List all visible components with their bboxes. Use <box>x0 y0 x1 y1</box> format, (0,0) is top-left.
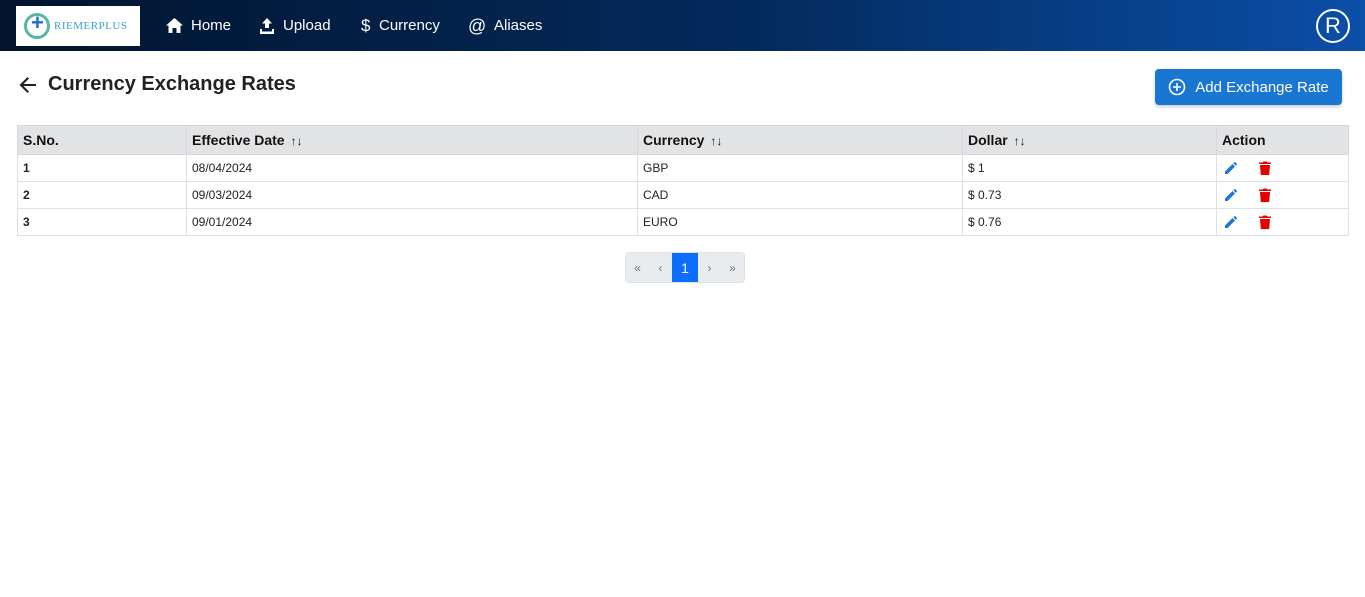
logo[interactable]: RIEMERPLUS <box>16 6 140 46</box>
delete-trash-icon[interactable] <box>1258 214 1272 230</box>
cell-action <box>1216 181 1349 209</box>
logo-mark-icon <box>24 10 50 39</box>
add-button-label: Add Exchange Rate <box>1195 78 1329 96</box>
edit-pencil-icon[interactable] <box>1223 160 1239 176</box>
header-label: S.No. <box>23 132 59 148</box>
cell-effective-date: 08/04/2024 <box>186 154 638 182</box>
svg-text:@: @ <box>468 17 486 35</box>
logo-text: RIEMERPLUS <box>54 20 128 32</box>
header-label: Dollar <box>968 132 1008 148</box>
next-page-button[interactable]: › <box>698 253 721 282</box>
nav-item-label: Upload <box>283 17 331 34</box>
column-header-dollar[interactable]: Dollar ↑↓ <box>962 125 1217 155</box>
first-page-button[interactable]: « <box>626 253 649 282</box>
table-row: 1 08/04/2024 GBP $ 1 <box>17 154 1349 182</box>
cell-currency: GBP <box>637 154 963 182</box>
sort-icon[interactable]: ↑↓ <box>1014 134 1026 148</box>
cell-action <box>1216 154 1349 182</box>
page-title: Currency Exchange Rates <box>48 73 296 95</box>
table-row: 2 09/03/2024 CAD $ 0.73 <box>17 181 1349 209</box>
cell-dollar: $ 0.73 <box>962 181 1217 209</box>
cell-dollar: $ 0.76 <box>962 208 1217 236</box>
nav-item-aliases[interactable]: @ Aliases <box>468 0 542 51</box>
column-header-sno: S.No. <box>17 125 187 155</box>
cell-effective-date: 09/01/2024 <box>186 208 638 236</box>
delete-trash-icon[interactable] <box>1258 160 1272 176</box>
upload-icon <box>260 17 274 34</box>
svg-text:$: $ <box>361 17 371 34</box>
page-1-button[interactable]: 1 <box>672 253 698 282</box>
nav-item-upload[interactable]: Upload <box>259 0 331 51</box>
header-label: Action <box>1222 132 1266 148</box>
back-arrow-icon[interactable] <box>18 75 38 95</box>
sort-icon[interactable]: ↑↓ <box>710 134 722 148</box>
exchange-rates-table: S.No. Effective Date ↑↓ Currency ↑↓ Doll… <box>17 125 1349 236</box>
cell-effective-date: 09/03/2024 <box>186 181 638 209</box>
nav-item-label: Currency <box>379 17 440 34</box>
plus-circle-icon <box>1168 78 1186 96</box>
last-page-button[interactable]: » <box>721 253 744 282</box>
home-icon <box>166 18 183 33</box>
cell-sno: 2 <box>17 181 187 209</box>
nav-item-currency[interactable]: $ Currency <box>361 0 440 51</box>
cell-sno: 3 <box>17 208 187 236</box>
sort-icon[interactable]: ↑↓ <box>290 134 302 148</box>
edit-pencil-icon[interactable] <box>1223 214 1239 230</box>
cell-currency: CAD <box>637 181 963 209</box>
cell-dollar: $ 1 <box>962 154 1217 182</box>
page-header: Currency Exchange Rates <box>18 73 296 96</box>
column-header-action: Action <box>1216 125 1349 155</box>
nav-item-label: Aliases <box>494 17 543 34</box>
cell-currency: EURO <box>637 208 963 236</box>
table-row: 3 09/01/2024 EURO $ 0.76 <box>17 208 1349 236</box>
header-label: Effective Date <box>192 132 285 148</box>
column-header-effective-date[interactable]: Effective Date ↑↓ <box>186 125 638 155</box>
header-label: Currency <box>643 132 705 148</box>
nav-item-home[interactable]: Home <box>166 0 231 51</box>
user-avatar[interactable]: R <box>1316 9 1350 43</box>
top-navbar: RIEMERPLUS Home Upload $ Currency @ Alia… <box>0 0 1365 51</box>
nav-item-label: Home <box>191 17 232 34</box>
add-exchange-rate-button[interactable]: Add Exchange Rate <box>1155 69 1342 105</box>
at-icon: @ <box>468 17 486 35</box>
column-header-currency[interactable]: Currency ↑↓ <box>637 125 963 155</box>
cell-sno: 1 <box>17 154 187 182</box>
pagination: « ‹ 1 › » <box>625 252 745 283</box>
delete-trash-icon[interactable] <box>1258 187 1272 203</box>
cell-action <box>1216 208 1349 236</box>
edit-pencil-icon[interactable] <box>1223 187 1239 203</box>
table-header-row: S.No. Effective Date ↑↓ Currency ↑↓ Doll… <box>17 125 1349 155</box>
dollar-icon: $ <box>361 17 371 34</box>
prev-page-button[interactable]: ‹ <box>649 253 672 282</box>
